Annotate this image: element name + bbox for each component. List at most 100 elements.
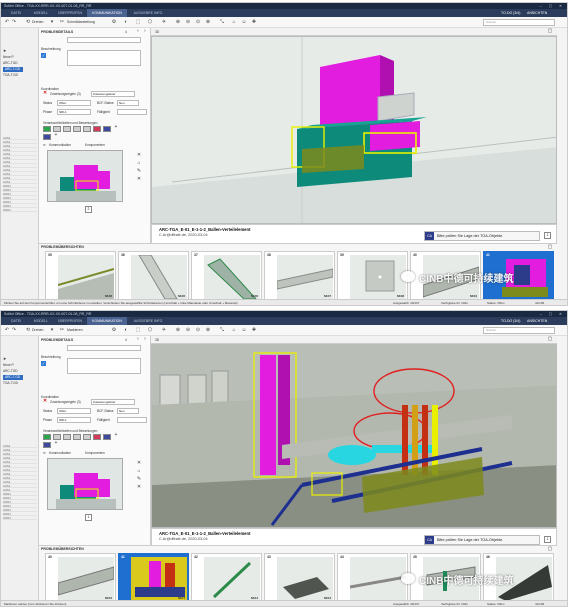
undo-icon[interactable]: ↶: [4, 19, 10, 25]
fly-icon[interactable]: ✈: [161, 327, 167, 333]
comment-count-badge[interactable]: 1: [544, 536, 551, 543]
close-icon[interactable]: ✕: [136, 152, 142, 158]
status-select[interactable]: Offen: [57, 408, 91, 414]
tree-item[interactable]: ARC-TGD: [3, 61, 18, 66]
page-indicator[interactable]: 2: [85, 206, 92, 213]
rotate-button[interactable]: Drehen: [32, 19, 43, 26]
edit-icon[interactable]: ✎: [136, 168, 142, 174]
checkbox-icon[interactable]: ✓: [41, 361, 46, 366]
chevron-left-icon[interactable]: ‹: [135, 28, 141, 34]
visibility-icon[interactable]: ◐: [123, 19, 129, 25]
section-icon[interactable]: ✂: [59, 327, 65, 333]
rating-swatch[interactable]: [103, 126, 111, 132]
rating-swatch[interactable]: [103, 434, 111, 440]
edit-icon[interactable]: ✎: [136, 476, 142, 482]
tree-item[interactable]: Neue P.: [3, 363, 14, 368]
select-icon[interactable]: ⬚: [135, 19, 141, 25]
camera-icon[interactable]: ⌂: [136, 160, 142, 166]
maximize-icon[interactable]: ▢: [547, 28, 553, 34]
issue-card[interactable]: 42 NK12: [191, 553, 262, 603]
measure-icon[interactable]: ⤡: [219, 19, 225, 25]
section-icon[interactable]: ✂: [59, 19, 65, 25]
add-icon[interactable]: +: [53, 440, 59, 446]
chevron-left-icon[interactable]: ‹: [135, 336, 141, 342]
tab-ausgebre-info[interactable]: AUSGEBRE INFO: [129, 9, 167, 17]
camera-icon[interactable]: ⌂: [136, 468, 142, 474]
tab-datei[interactable]: DATEI: [5, 9, 27, 17]
rating-swatch[interactable]: [43, 434, 51, 440]
zoom-icon[interactable]: ⊗: [205, 19, 211, 25]
delete-icon[interactable]: ✕: [136, 176, 142, 182]
close-icon[interactable]: ✕: [136, 460, 142, 466]
select-icon[interactable]: ⬚: [135, 327, 141, 333]
rating-swatch[interactable]: [63, 434, 71, 440]
comment-icon[interactable]: ✉: [43, 143, 46, 147]
views-menu[interactable]: ANSICHTEN: [527, 317, 547, 325]
object-list-row[interactable]: IOF01: [3, 208, 37, 212]
issue-card[interactable]: 43 NK13: [264, 553, 335, 603]
rotate-button[interactable]: Drehen: [32, 327, 43, 334]
tree-item-selected[interactable]: ARC-T.GD: [3, 375, 23, 380]
undo-icon[interactable]: ↶: [4, 327, 10, 333]
snapshot-thumbnail[interactable]: [47, 458, 123, 510]
todo-counter[interactable]: TO-DO (3/4): [501, 317, 520, 325]
3d-viewport[interactable]: [151, 36, 557, 224]
rating-swatch[interactable]: [43, 126, 51, 132]
issue-card[interactable]: 36 NK06: [118, 251, 189, 301]
todo-counter[interactable]: TO-DO (3/4): [501, 9, 520, 17]
rating-swatch[interactable]: [73, 434, 81, 440]
description-field[interactable]: [67, 358, 141, 374]
camera-icon[interactable]: ⌂: [231, 327, 237, 333]
rotate-icon[interactable]: ⟲: [25, 19, 31, 25]
tree-item-selected[interactable]: ARC-T.GD: [3, 67, 23, 72]
zoom-icon[interactable]: ⊗: [205, 327, 211, 333]
search-input[interactable]: Suchen: [483, 19, 555, 26]
zoom-fit-icon[interactable]: ⊙: [195, 327, 201, 333]
issue-card[interactable]: 44: [337, 553, 408, 603]
delete-icon[interactable]: ✕: [136, 484, 142, 490]
tab-datei[interactable]: DATEI: [5, 317, 27, 325]
page-indicator[interactable]: 1: [85, 514, 92, 521]
camera-icon[interactable]: ⌂: [231, 19, 237, 25]
views-menu[interactable]: ANSICHTEN: [527, 9, 547, 17]
chevron-right-icon[interactable]: ›: [142, 336, 148, 342]
bcf-icon[interactable]: ✚: [251, 327, 257, 333]
tab-kommunikation[interactable]: KOMMUNIKATION: [87, 9, 127, 17]
object-list-row[interactable]: IOF01: [3, 516, 37, 520]
rating-swatch[interactable]: [73, 126, 81, 132]
tool2-button[interactable]: Markieren: [67, 327, 83, 334]
rating-swatch[interactable]: [43, 442, 51, 448]
measure-icon[interactable]: ⤡: [219, 327, 225, 333]
comment-entry[interactable]: CA Bitte prüfen Sie Lage der TGA-Objekte…: [424, 231, 540, 241]
issue-card[interactable]: 38 NK07: [264, 251, 335, 301]
chevron-down-icon[interactable]: ▾: [49, 19, 55, 25]
delete-icon[interactable]: ✕: [43, 398, 47, 404]
tab-modell[interactable]: MODELL: [29, 9, 53, 17]
filter-icon[interactable]: ⚙: [111, 19, 117, 25]
zoom-in-icon[interactable]: ⊕: [175, 327, 181, 333]
rotate-icon[interactable]: ⟲: [25, 327, 31, 333]
issue-card[interactable]: 37 NK06: [191, 251, 262, 301]
maximize-icon[interactable]: ▢: [547, 244, 553, 250]
comment-icon[interactable]: ✉: [43, 451, 46, 455]
rating-swatch[interactable]: [63, 126, 71, 132]
due-date-field[interactable]: [117, 109, 147, 115]
tab-communication[interactable]: Kommunikation: [49, 451, 71, 455]
maximize-icon[interactable]: ▢: [547, 546, 553, 552]
title-field[interactable]: [67, 37, 141, 43]
add-icon[interactable]: +: [113, 432, 119, 438]
tree-item[interactable]: Neue P.: [3, 55, 14, 60]
chevron-down-icon[interactable]: ▾: [49, 327, 55, 333]
rating-swatch[interactable]: [83, 126, 91, 132]
assign-select[interactable]: Zuweisungsleiter: [91, 91, 135, 97]
snapshot-thumbnail[interactable]: [47, 150, 123, 202]
zoom-out-icon[interactable]: ⊖: [185, 19, 191, 25]
due-date-field[interactable]: [117, 417, 147, 423]
expand-icon[interactable]: ▸: [2, 48, 8, 54]
title-field[interactable]: [67, 345, 141, 351]
rating-swatch[interactable]: [93, 434, 101, 440]
delete-icon[interactable]: ✕: [43, 90, 47, 96]
tab-components[interactable]: Komponenten: [85, 143, 105, 147]
rating-swatch[interactable]: [93, 126, 101, 132]
issue-card[interactable]: 40 NK04: [45, 553, 116, 603]
